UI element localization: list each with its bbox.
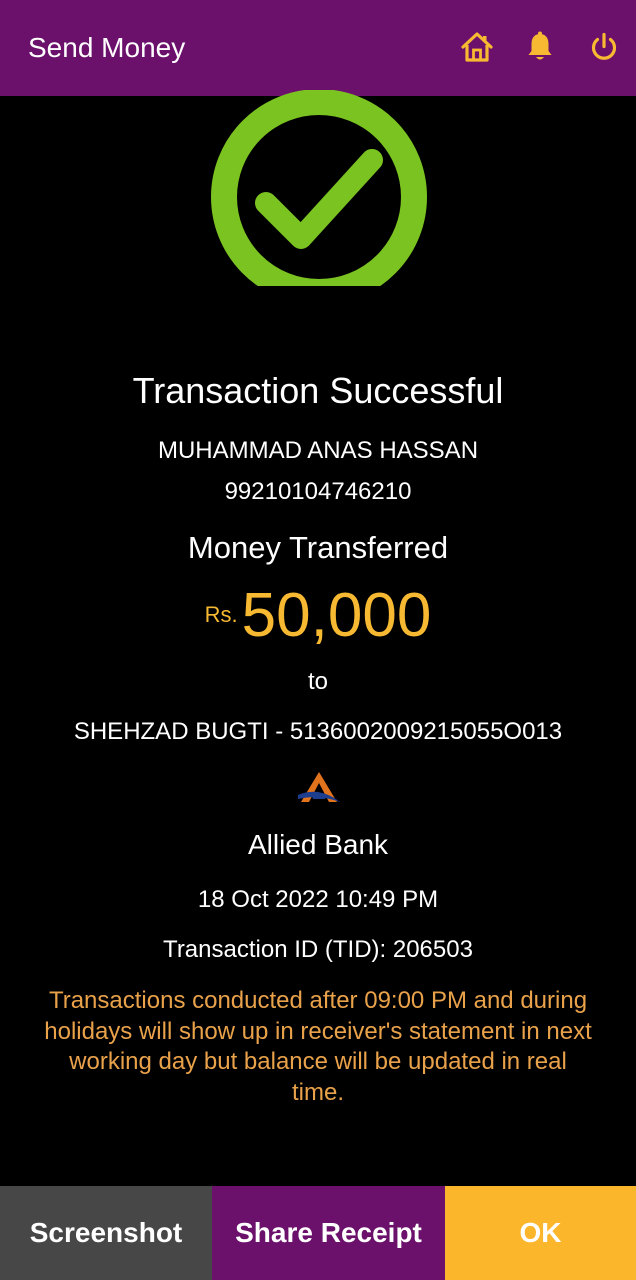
success-check-icon — [206, 90, 432, 286]
processing-notice: Transactions conducted after 09:00 PM an… — [44, 987, 592, 1106]
home-icon[interactable] — [460, 30, 494, 64]
to-label: to — [307, 668, 328, 695]
sender-account: 99210104746210 — [224, 478, 412, 505]
sender-name: MUHAMMAD ANAS HASSAN — [157, 437, 479, 464]
bell-icon[interactable] — [523, 30, 557, 64]
transaction-status: Transaction Successful — [132, 370, 504, 411]
transaction-id: Transaction ID (TID): 206503 — [163, 936, 473, 963]
bank-logo — [296, 768, 342, 806]
receiver-details: SHEHZAD BUGTI - 5136002009215055O013 — [73, 718, 563, 745]
action-bar: Screenshot Share Receipt OK — [0, 1186, 636, 1280]
amount-row: Rs.50,000 — [0, 580, 636, 652]
currency-label: Rs. — [204, 602, 238, 627]
send-money-screen: Send Money Transaction Successful MUHAMM… — [0, 0, 636, 1280]
ok-button[interactable]: OK — [445, 1186, 636, 1280]
power-icon[interactable] — [587, 30, 621, 64]
app-bar: Send Money — [0, 0, 636, 96]
screenshot-button[interactable]: Screenshot — [0, 1186, 212, 1280]
amount-value: 50,000 — [241, 581, 432, 650]
money-transferred-label: Money Transferred — [187, 530, 449, 565]
share-receipt-button[interactable]: Share Receipt — [212, 1186, 445, 1280]
transaction-date: 18 Oct 2022 10:49 PM — [197, 886, 439, 913]
app-title: Send Money — [28, 32, 186, 63]
bank-name: Allied Bank — [247, 829, 389, 860]
